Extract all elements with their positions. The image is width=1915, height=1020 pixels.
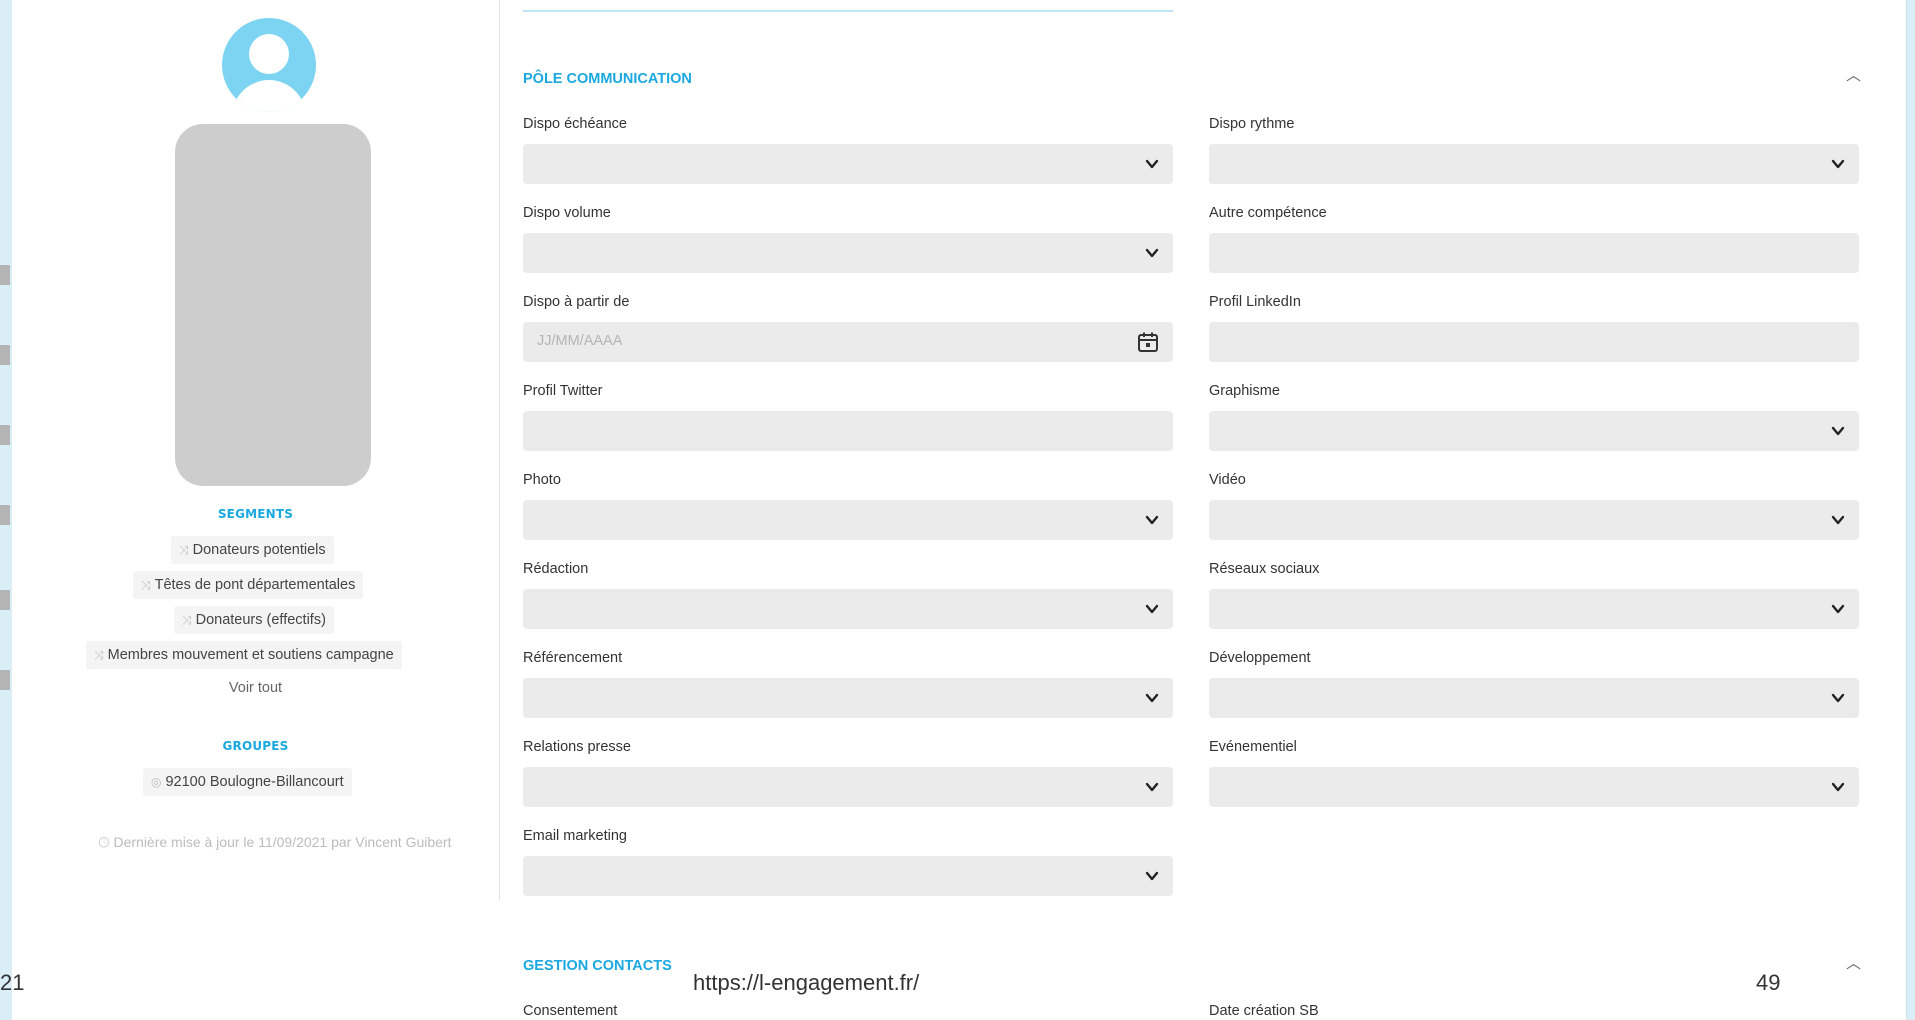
left-edge-mark [0,505,10,525]
group-label: 92100 Boulogne-Billancourt [165,774,344,790]
field-label: Référencement [523,650,623,666]
calendar-icon [1138,332,1158,352]
chevron-down-icon [1831,159,1845,169]
field-label: Réseaux sociaux [1209,561,1320,577]
avatar [222,18,316,112]
left-edge-mark [0,425,10,445]
see-all-link[interactable]: Voir tout [12,680,499,696]
frame-border [1906,0,1907,1020]
last-update-note: 🕓︎ Dernière mise à jour le 11/09/2021 pa… [90,830,460,854]
select-field[interactable] [523,500,1173,540]
chevron-up-icon[interactable]: ︿ [1846,64,1861,85]
field-label: Evénementiel [1209,739,1297,755]
column-divider [499,0,500,900]
select-field[interactable] [1209,411,1859,451]
last-update-text: Dernière mise à jour le 11/09/2021 par V… [113,834,452,850]
segment-label: Membres mouvement et soutiens campagne [107,647,394,663]
group-chip[interactable]: ◎ 92100 Boulogne-Billancourt [143,768,352,796]
text-field[interactable] [523,411,1173,451]
gestion-contacts-title: GESTION CONTACTS [523,958,672,974]
left-edge-mark [0,345,10,365]
field-label: Profil Twitter [523,383,603,399]
shuffle-icon: ⤨ [179,543,189,557]
segment-label: Donateurs potentiels [192,542,326,558]
select-field[interactable] [523,589,1173,629]
field-label: Rédaction [523,561,589,577]
segment-chip[interactable]: ⤨ Donateurs potentiels [171,536,334,564]
select-field[interactable] [523,678,1173,718]
select-field[interactable] [1209,767,1859,807]
chevron-down-icon [1831,604,1845,614]
segment-label: Donateurs (effectifs) [195,612,326,628]
left-edge-mark [0,265,10,285]
previous-field-underline [523,0,1173,12]
segments-title: SEGMENTS [217,507,294,521]
select-field[interactable] [1209,589,1859,629]
field-label: Vidéo [1209,472,1246,488]
field-label: Relations presse [523,739,631,755]
field-label: Dispo à partir de [523,294,630,310]
groups-title: GROUPES [222,739,289,753]
left-edge-mark [0,670,10,690]
field-label: Dispo échéance [523,116,627,132]
slide-footer-url[interactable]: https://l-engagement.fr/ [693,970,919,996]
chevron-down-icon [1145,871,1159,881]
chevron-up-icon[interactable]: ︿ [1846,952,1861,973]
segment-chip[interactable]: ⤨ Donateurs (effectifs) [174,606,334,634]
select-field[interactable] [523,856,1173,896]
field-label: Dispo rythme [1209,116,1295,132]
pole-communication-title: PÔLE COMMUNICATION [523,71,692,87]
field-label: Graphisme [1209,383,1280,399]
select-field[interactable] [1209,144,1859,184]
select-field[interactable] [523,144,1173,184]
select-field[interactable] [1209,678,1859,718]
chevron-down-icon [1145,693,1159,703]
field-label: Profil LinkedIn [1209,294,1301,310]
profile-photo-placeholder [175,124,371,486]
chevron-down-icon [1145,248,1159,258]
slide-footer-fragment: 21 [0,970,25,995]
chevron-down-icon [1831,515,1845,525]
select-field[interactable] [1209,500,1859,540]
select-field[interactable] [523,767,1173,807]
segment-chip[interactable]: ⤨ Membres mouvement et soutiens campagne [86,641,402,669]
field-label: Consentement [523,1003,618,1019]
chevron-down-icon [1145,159,1159,169]
chevron-down-icon [1145,515,1159,525]
field-label: Développement [1209,650,1311,666]
left-edge-mark [0,590,10,610]
segment-label: Têtes de pont départementales [154,577,356,593]
date-placeholder: JJ/MM/AAAA [537,333,623,349]
shuffle-icon: ⤨ [94,648,104,662]
field-label: Photo [523,472,561,488]
slide-page-number: 49 [1756,970,1781,995]
field-label: Email marketing [523,828,627,844]
text-field[interactable] [1209,233,1859,273]
chevron-down-icon [1831,782,1845,792]
field-label: Date création SB [1209,1003,1319,1019]
chevron-down-icon [1831,693,1845,703]
group-icon: ◎ [151,775,162,789]
chevron-down-icon [1145,604,1159,614]
field-label: Autre compétence [1209,205,1327,221]
shuffle-icon: ⤨ [182,613,192,627]
text-field[interactable] [1209,322,1859,362]
chevron-down-icon [1145,782,1159,792]
segment-chip[interactable]: ⤨ Têtes de pont départementales [133,571,364,599]
shuffle-icon: ⤨ [141,578,151,592]
select-field[interactable] [523,233,1173,273]
date-field[interactable]: JJ/MM/AAAA [523,322,1173,362]
chevron-down-icon [1831,426,1845,436]
field-label: Dispo volume [523,205,611,221]
clock-icon: 🕓︎ [98,834,110,850]
